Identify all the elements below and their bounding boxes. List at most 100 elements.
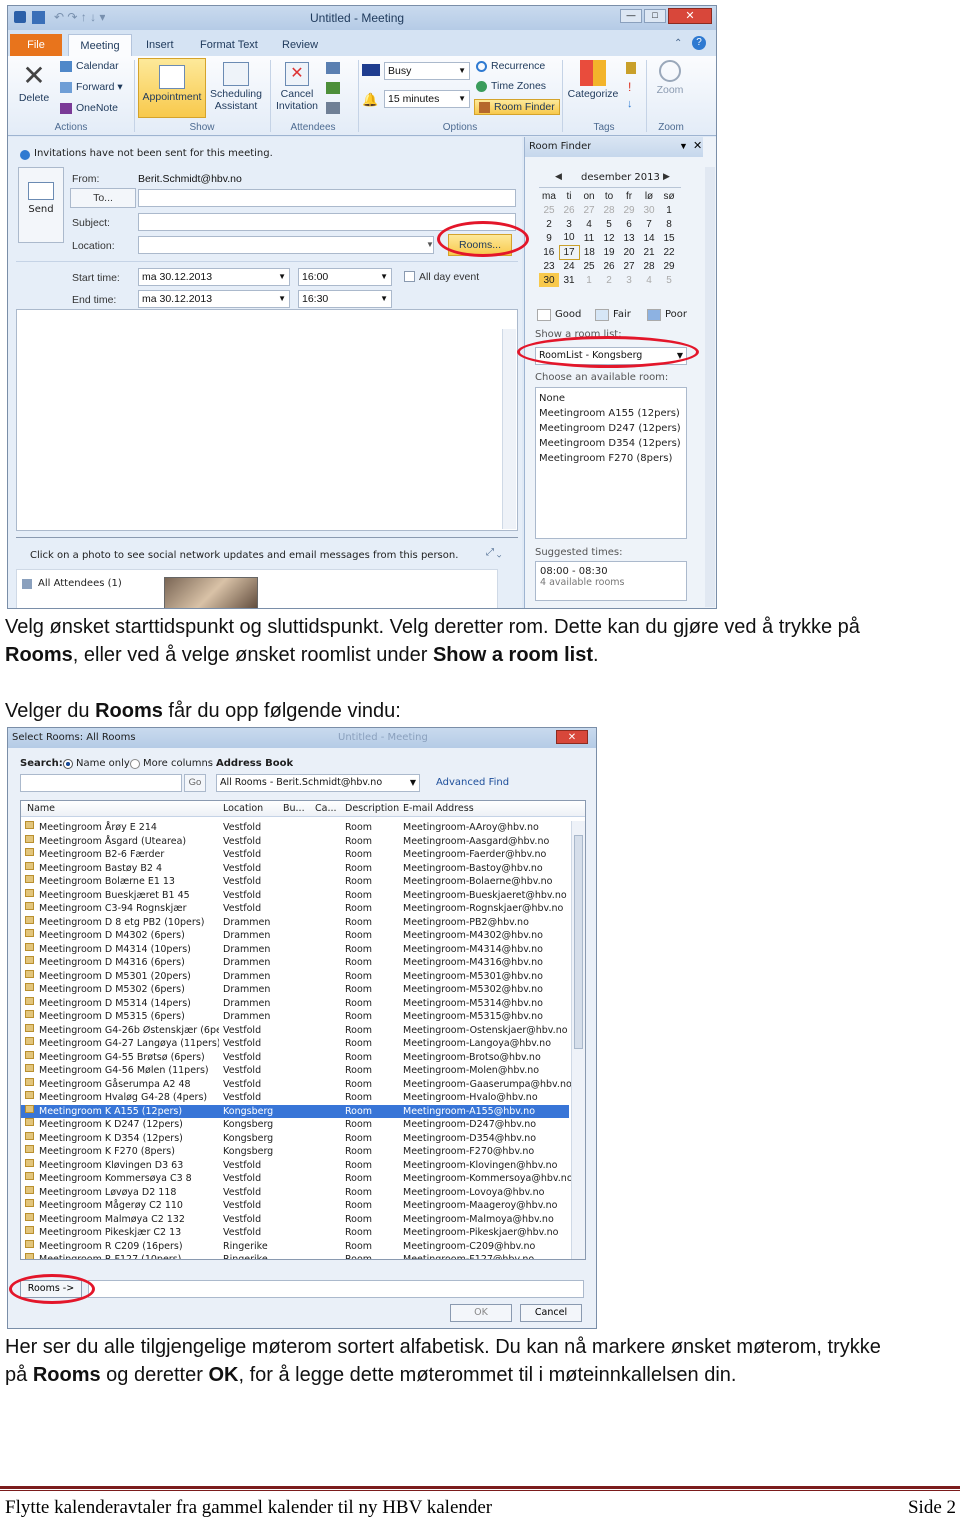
calendar-day[interactable]: 9 [539, 231, 559, 245]
table-row[interactable]: Meetingroom C3-94 Rognskjær Vestfold Room M… [21, 902, 569, 916]
table-scrollbar[interactable] [571, 821, 585, 1259]
table-row[interactable]: Meetingroom D M4316 (6pers) Drammen Room Me… [21, 956, 569, 970]
table-row[interactable]: Meetingroom G4-26b Østenskjær (6pers) Ves… [21, 1023, 569, 1038]
table-row[interactable]: Meetingroom K D354 (12pers) Kongsberg Room… [21, 1131, 569, 1146]
table-row[interactable]: Meetingroom Årøy E 214 Vestfold Room Meetin… [21, 821, 569, 835]
more-columns-radio[interactable] [130, 759, 140, 769]
calendar-day[interactable]: 28 [599, 203, 619, 217]
calendar-day[interactable]: 3 [559, 217, 579, 231]
scrollbar-thumb[interactable] [574, 835, 583, 1049]
table-row[interactable]: Meetingroom D M5302 (6pers) Drammen Room Me… [21, 983, 569, 997]
calendar-day[interactable]: 4 [639, 273, 659, 287]
table-row[interactable]: Meetingroom Mågerøy C2 110 Vestfold Room Me… [21, 1199, 569, 1213]
time-zones-button[interactable]: Time Zones [476, 80, 546, 92]
calendar-day[interactable]: 14 [639, 231, 659, 245]
end-time-input[interactable]: 16:30 ▼ [298, 290, 392, 308]
calendar-day[interactable]: 7 [639, 217, 659, 231]
table-row[interactable]: Meetingroom B2-6 Færder Vestfold Room Meeti… [21, 848, 569, 862]
check-names-icon[interactable] [326, 82, 340, 94]
column-email[interactable]: E-mail Address [403, 803, 474, 814]
private-lock-icon[interactable] [626, 62, 636, 74]
to-button[interactable]: To... [70, 188, 136, 208]
table-row[interactable]: Meetingroom Løvøya D2 118 Vestfold Room Mee… [21, 1185, 569, 1200]
calendar-day[interactable]: 15 [659, 231, 679, 245]
tab-insert[interactable]: Insert [138, 34, 182, 56]
address-book-icon[interactable] [326, 62, 340, 74]
delete-button[interactable]: ✕ Delete [12, 60, 56, 104]
table-row[interactable]: Meetingroom D 8 etg PB2 (10pers) Drammen R… [21, 915, 569, 930]
calendar-day[interactable]: 27 [619, 259, 639, 273]
prev-month-icon[interactable]: ◀ [555, 171, 562, 182]
table-row[interactable]: Meetingroom Kommersøya C3 8 Vestfold Room M… [21, 1172, 573, 1186]
calendar-day[interactable]: 6 [619, 217, 639, 231]
calendar-day[interactable]: 16 [539, 245, 559, 259]
table-row[interactable]: Meetingroom D M5301 (20pers) Drammen Room M… [21, 969, 569, 984]
categorize-button[interactable]: Categorize [566, 60, 620, 100]
table-row[interactable]: Meetingroom D M4314 (10pers) Drammen Room M… [21, 942, 569, 957]
expand-icon[interactable]: ⤢ ⌄ [486, 547, 502, 558]
tab-file[interactable]: File [10, 34, 62, 56]
location-input[interactable] [138, 236, 434, 254]
room-finder-scrollbar[interactable] [705, 167, 715, 607]
dialog-close-button[interactable]: ✕ [556, 730, 588, 744]
table-row[interactable]: Meetingroom D M4302 (6pers) Drammen Room Me… [21, 929, 569, 943]
calendar-day-selected[interactable]: 30 [539, 273, 559, 287]
low-importance-icon[interactable]: ↓ [627, 98, 633, 110]
address-book-select[interactable]: All Rooms - Berit.Schmidt@hbv.no ▼ [216, 774, 420, 792]
room-option[interactable]: None [539, 391, 683, 406]
rooms-selected-input[interactable] [88, 1280, 584, 1298]
table-row[interactable]: Meetingroom G4-55 Brøtsø (6pers) Vestfold… [21, 1050, 569, 1065]
calendar-day[interactable]: 2 [539, 217, 559, 231]
chevron-down-icon[interactable]: ▼ [426, 240, 434, 249]
table-row[interactable]: Meetingroom R C209 (16pers) Ringerike Room… [21, 1239, 569, 1254]
calendar-day[interactable]: 26 [599, 259, 619, 273]
zoom-button[interactable]: Zoom [650, 60, 690, 96]
column-business-phone[interactable]: Bu... [283, 803, 305, 814]
table-row[interactable]: Meetingroom G4-56 Mølen (11pers) Vestfold… [21, 1064, 569, 1078]
room-option[interactable]: Meetingroom D247 (12pers) [539, 421, 683, 436]
scheduling-assistant-button[interactable]: Scheduling Assistant [208, 58, 264, 112]
suggested-time[interactable]: 08:00 - 08:30 [536, 562, 686, 577]
calendar-day[interactable]: 21 [639, 245, 659, 259]
cancel-invitation-button[interactable]: ✕ Cancel Invitation [272, 58, 322, 112]
calendar-day[interactable]: 20 [619, 245, 639, 259]
table-row[interactable]: Meetingroom Bastøy B2 4 Vestfold Room Meeti… [21, 861, 569, 876]
cancel-button[interactable]: Cancel [520, 1304, 582, 1322]
body-scrollbar[interactable] [502, 329, 516, 529]
minimize-button[interactable]: — [620, 9, 642, 23]
start-date-input[interactable]: ma 30.12.2013 ▼ [138, 268, 290, 286]
tab-meeting[interactable]: Meeting [68, 34, 132, 56]
collapse-ribbon-icon[interactable]: ⌃ [674, 38, 682, 49]
calendar-day[interactable]: 29 [619, 203, 639, 217]
message-body[interactable] [16, 309, 518, 531]
name-only-radio[interactable] [63, 759, 73, 769]
calendar-day[interactable]: 27 [579, 203, 599, 217]
calendar-day[interactable]: 5 [659, 273, 679, 287]
calendar-day[interactable]: 12 [599, 231, 619, 245]
reminder-select[interactable]: 15 minutes ▼ [384, 90, 470, 108]
advanced-find-link[interactable]: Advanced Find [436, 777, 509, 788]
calendar-day[interactable]: 19 [599, 245, 619, 259]
calendar-day[interactable]: 13 [619, 231, 639, 245]
start-time-input[interactable]: 16:00 ▼ [298, 268, 392, 286]
column-name[interactable]: Name [27, 803, 55, 814]
calendar-day[interactable]: 18 [579, 245, 599, 259]
calendar-day[interactable]: 25 [579, 259, 599, 273]
calendar-day[interactable]: 26 [559, 203, 579, 217]
response-options-icon[interactable] [326, 102, 340, 114]
calendar-day[interactable]: 10 [559, 231, 579, 245]
tab-review[interactable]: Review [274, 34, 326, 56]
calendar-day[interactable]: 3 [619, 273, 639, 287]
room-finder-button[interactable]: Room Finder [474, 99, 560, 115]
calendar-day[interactable]: 1 [579, 273, 599, 287]
table-row[interactable]: Meetingroom Bueskjæret B1 45 Vestfold Room… [21, 888, 569, 903]
end-date-input[interactable]: ma 30.12.2013 ▼ [138, 290, 290, 308]
recurrence-button[interactable]: Recurrence [476, 60, 545, 72]
column-description[interactable]: Description [345, 803, 399, 814]
table-row[interactable]: Meetingroom R F127 (10pers) Ringerike Room… [21, 1253, 569, 1259]
table-row[interactable]: Meetingroom K D247 (12pers) Kongsberg Room… [21, 1118, 569, 1132]
room-option[interactable]: Meetingroom F270 (8pers) [539, 451, 683, 466]
calendar-day-today[interactable]: 17 [558, 244, 580, 260]
calendar-day[interactable]: 11 [579, 231, 599, 245]
table-row[interactable]: Meetingroom Bolærne E1 13 Vestfold Room Mee… [21, 875, 569, 889]
